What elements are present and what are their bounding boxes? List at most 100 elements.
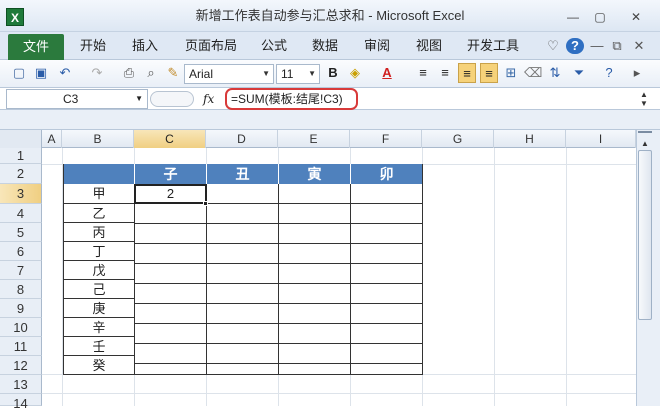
table-header-cell[interactable]: 寅: [279, 164, 351, 184]
chevron-down-icon: ▼: [135, 94, 143, 103]
font-size-select[interactable]: 11 ▼: [276, 64, 320, 84]
chevron-down-icon: ▼: [308, 69, 316, 78]
vertical-scroll-thumb[interactable]: [638, 150, 652, 320]
tab-page-layout[interactable]: 页面布局: [178, 32, 244, 60]
column-header-e[interactable]: E: [278, 130, 350, 148]
row-header-2[interactable]: 2: [0, 164, 42, 184]
gridline: [42, 393, 636, 394]
column-header-g[interactable]: G: [422, 130, 494, 148]
help-dropdown-icon[interactable]: ?: [600, 63, 618, 83]
maximize-button[interactable]: ▢: [589, 9, 611, 25]
chevron-down-icon: ▼: [262, 69, 270, 78]
restore-window-icon[interactable]: ⧉: [608, 32, 626, 60]
help-icon[interactable]: ?: [566, 38, 584, 54]
fill-color-icon[interactable]: ◈: [346, 63, 364, 83]
tab-formulas[interactable]: 公式: [254, 32, 294, 60]
column-header-c[interactable]: C: [134, 130, 206, 148]
tab-insert[interactable]: 插入: [122, 32, 168, 60]
minimize-button[interactable]: —: [562, 9, 584, 25]
undo-icon[interactable]: ↶: [56, 63, 74, 83]
bold-button[interactable]: B: [324, 63, 342, 83]
row-label-cell[interactable]: 甲: [63, 184, 135, 204]
row-label-cell[interactable]: 壬: [63, 337, 135, 356]
row-header-12[interactable]: 12: [0, 356, 42, 375]
new-document-icon[interactable]: ▢: [10, 63, 28, 83]
active-cell-c3[interactable]: 2: [134, 184, 207, 204]
close-workbook-icon[interactable]: ✕: [630, 32, 648, 60]
row-header-4[interactable]: 4: [0, 204, 42, 223]
clear-icon[interactable]: ⌫: [524, 63, 542, 83]
formula-bar-expand-icon[interactable]: ▲ ▼: [638, 90, 650, 108]
table-header-cell[interactable]: 子: [135, 164, 207, 184]
tab-home[interactable]: 开始: [70, 32, 116, 60]
row-header-6[interactable]: 6: [0, 242, 42, 261]
tab-developer[interactable]: 开发工具: [460, 32, 526, 60]
heart-icon[interactable]: ♡: [544, 32, 562, 60]
column-header-f[interactable]: F: [350, 130, 422, 148]
name-box-value: C3: [63, 92, 79, 106]
row-header-13[interactable]: 13: [0, 375, 42, 394]
name-box-resize-handle[interactable]: [150, 91, 194, 107]
font-size-value: 11: [281, 67, 294, 81]
name-box[interactable]: C3 ▼: [6, 89, 148, 109]
row-label-cell[interactable]: 癸: [63, 356, 135, 375]
row-label-cell[interactable]: 丙: [63, 223, 135, 242]
scroll-up-icon[interactable]: ▲: [638, 139, 652, 149]
row-label-cell[interactable]: 庚: [63, 299, 135, 318]
table-header-cell[interactable]: 丑: [207, 164, 279, 184]
align-left-icon[interactable]: ≡: [414, 63, 432, 83]
column-header-h[interactable]: H: [494, 130, 566, 148]
tab-view[interactable]: 视图: [408, 32, 450, 60]
formula-bar-lower: [0, 110, 660, 130]
window-title: 新增工作表自动参与汇总求和 - Microsoft Excel: [195, 8, 465, 23]
redo-icon[interactable]: ↷: [88, 63, 106, 83]
align-right-icon[interactable]: ≡: [480, 63, 498, 83]
print-preview-icon[interactable]: ⎙: [120, 63, 138, 83]
column-header-a[interactable]: A: [42, 130, 62, 148]
row-label-cell[interactable]: 丁: [63, 242, 135, 261]
row-label-cell[interactable]: 辛: [63, 318, 135, 337]
row-header-11[interactable]: 11: [0, 337, 42, 356]
row-header-10[interactable]: 10: [0, 318, 42, 337]
split-handle[interactable]: [638, 131, 652, 139]
align-center-active-icon[interactable]: ≡: [458, 63, 476, 83]
tab-data[interactable]: 数据: [304, 32, 346, 60]
gridline: [566, 148, 567, 406]
merge-cells-icon[interactable]: ⊞: [502, 63, 520, 83]
tab-review[interactable]: 审阅: [356, 32, 398, 60]
ribbon-minimize-icon[interactable]: —: [588, 32, 606, 60]
row-header-9[interactable]: 9: [0, 299, 42, 318]
column-header-i[interactable]: I: [566, 130, 636, 148]
save-icon[interactable]: ▣: [32, 63, 50, 83]
row-header-14[interactable]: 14: [0, 394, 42, 411]
insert-function-icon[interactable]: fx: [203, 89, 221, 109]
gridline: [494, 148, 495, 406]
close-button[interactable]: ✕: [625, 9, 647, 25]
row-label-cell[interactable]: 乙: [63, 204, 135, 223]
row-label-cell[interactable]: 己: [63, 280, 135, 299]
fill-handle[interactable]: [203, 201, 208, 206]
data-cell-area-rows: [135, 184, 423, 375]
row-header-3[interactable]: 3: [0, 184, 42, 204]
table-border: [422, 164, 423, 375]
zoom-icon[interactable]: ⌕: [142, 63, 160, 83]
table-header-corner[interactable]: [63, 164, 135, 184]
table-border: [63, 374, 423, 375]
tab-file[interactable]: 文件: [8, 34, 64, 60]
customize-toolbar-icon[interactable]: ▸: [628, 63, 646, 83]
row-label-cell[interactable]: 戊: [63, 261, 135, 280]
font-color-button[interactable]: A: [378, 63, 396, 83]
align-center-icon[interactable]: ≡: [436, 63, 454, 83]
table-header-cell[interactable]: 卯: [351, 164, 423, 184]
sort-icon[interactable]: ⇅: [546, 63, 564, 83]
row-header-5[interactable]: 5: [0, 223, 42, 242]
font-name-select[interactable]: Arial ▼: [184, 64, 274, 84]
row-header-8[interactable]: 8: [0, 280, 42, 299]
column-header-d[interactable]: D: [206, 130, 278, 148]
row-header-7[interactable]: 7: [0, 261, 42, 280]
select-all-corner[interactable]: [0, 130, 42, 148]
row-header-1[interactable]: 1: [0, 148, 42, 164]
filter-icon[interactable]: ⏷: [570, 63, 588, 83]
column-header-b[interactable]: B: [62, 130, 134, 148]
format-painter-icon[interactable]: ✎: [164, 63, 182, 83]
